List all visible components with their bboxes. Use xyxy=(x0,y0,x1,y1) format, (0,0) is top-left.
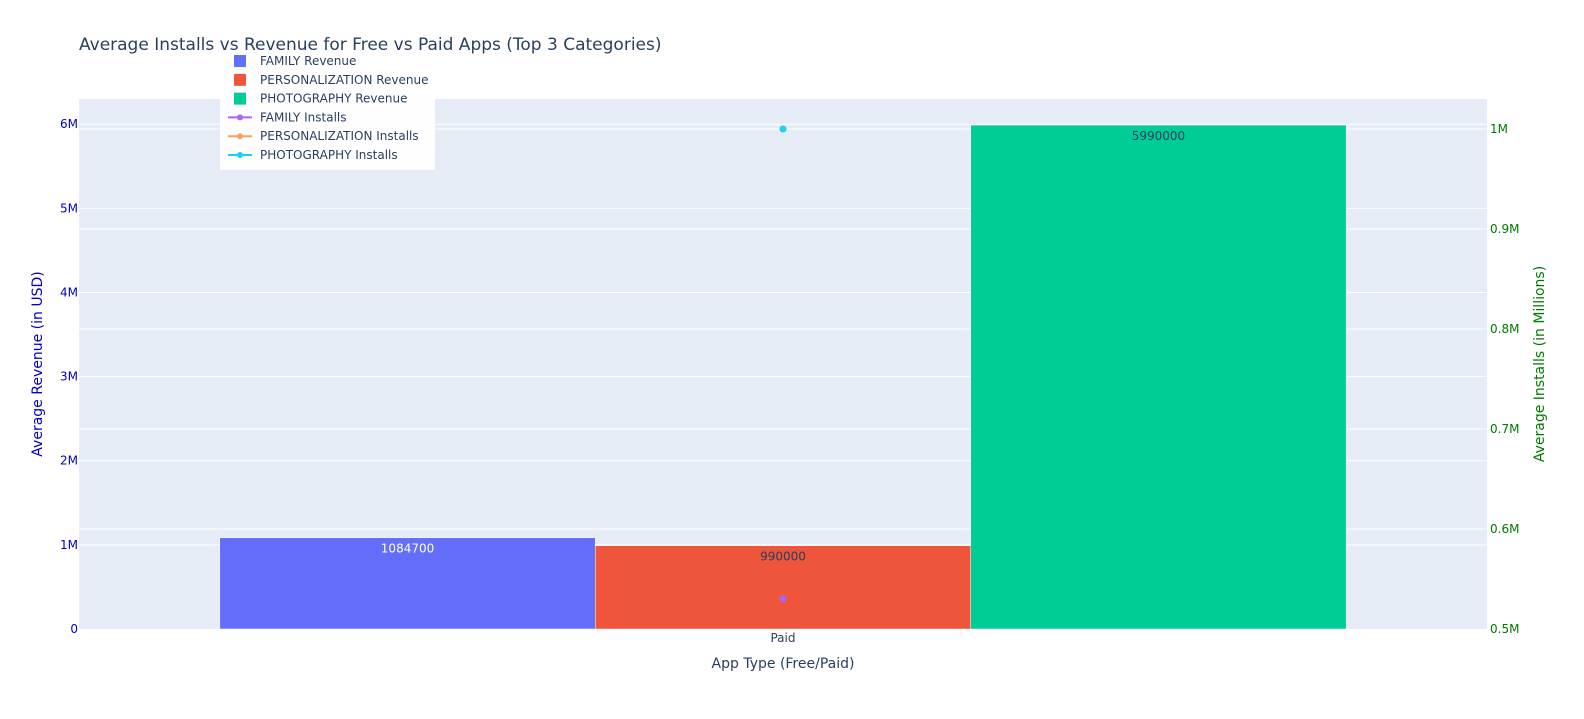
chart-svg: Average Installs vs Revenue for Free vs … xyxy=(30,35,1548,672)
left-tick-label: 0 xyxy=(70,622,78,636)
point-photography-installs[interactable] xyxy=(779,125,787,133)
x-tick-label: Paid xyxy=(770,631,795,645)
left-tick-label: 2M xyxy=(60,454,78,468)
left-axis-title: Average Revenue (in USD) xyxy=(30,271,46,456)
right-axis-ticks: 0.5M 0.6M 0.7M 0.8M 0.9M 1M xyxy=(1490,122,1519,636)
left-tick-label: 6M xyxy=(60,117,78,131)
bar-value-label: 1084700 xyxy=(381,542,434,556)
legend-label: PHOTOGRAPHY Revenue xyxy=(260,92,408,106)
x-axis-title: App Type (Free/Paid) xyxy=(712,656,855,672)
legend-marker xyxy=(237,152,243,158)
legend[interactable]: FAMILY Revenue PERSONALIZATION Revenue PHO… xyxy=(220,51,435,170)
chart-container: Average Installs vs Revenue for Free vs … xyxy=(0,0,1584,715)
right-tick-label: 1M xyxy=(1490,122,1508,136)
legend-swatch xyxy=(234,92,246,105)
legend-marker xyxy=(237,114,243,121)
legend-swatch xyxy=(234,55,246,67)
left-tick-label: 3M xyxy=(60,370,78,384)
legend-item-photography-revenue[interactable]: PHOTOGRAPHY Revenue xyxy=(234,92,408,106)
legend-label: FAMILY Installs xyxy=(260,110,347,124)
right-tick-label: 0.8M xyxy=(1490,322,1519,336)
legend-label: FAMILY Revenue xyxy=(260,54,356,68)
right-tick-label: 0.9M xyxy=(1490,222,1519,236)
right-tick-label: 0.5M xyxy=(1490,622,1519,636)
right-tick-label: 0.6M xyxy=(1490,522,1519,536)
x-axis-ticks: Paid xyxy=(770,631,795,645)
legend-swatch xyxy=(234,73,246,86)
bar-value-label: 5990000 xyxy=(1132,129,1185,143)
bar-photography-revenue[interactable] xyxy=(970,124,1347,630)
right-tick-label: 0.7M xyxy=(1490,422,1519,436)
legend-label: PERSONALIZATION Revenue xyxy=(260,73,429,87)
legend-label: PHOTOGRAPHY Installs xyxy=(260,148,398,162)
left-tick-label: 5M xyxy=(60,201,78,215)
bar-value-label: 990000 xyxy=(760,550,806,564)
legend-marker xyxy=(237,133,243,140)
left-axis-ticks: 0 1M 2M 3M 4M 5M 6M xyxy=(60,117,78,636)
right-axis-title: Average Installs (in Millions) xyxy=(1532,266,1548,462)
left-tick-label: 4M xyxy=(60,285,78,299)
legend-item-personalization-revenue[interactable]: PERSONALIZATION Revenue xyxy=(234,73,429,87)
legend-label: PERSONALIZATION Installs xyxy=(260,129,419,143)
point-family-installs[interactable] xyxy=(779,595,787,603)
left-tick-label: 1M xyxy=(60,538,78,552)
